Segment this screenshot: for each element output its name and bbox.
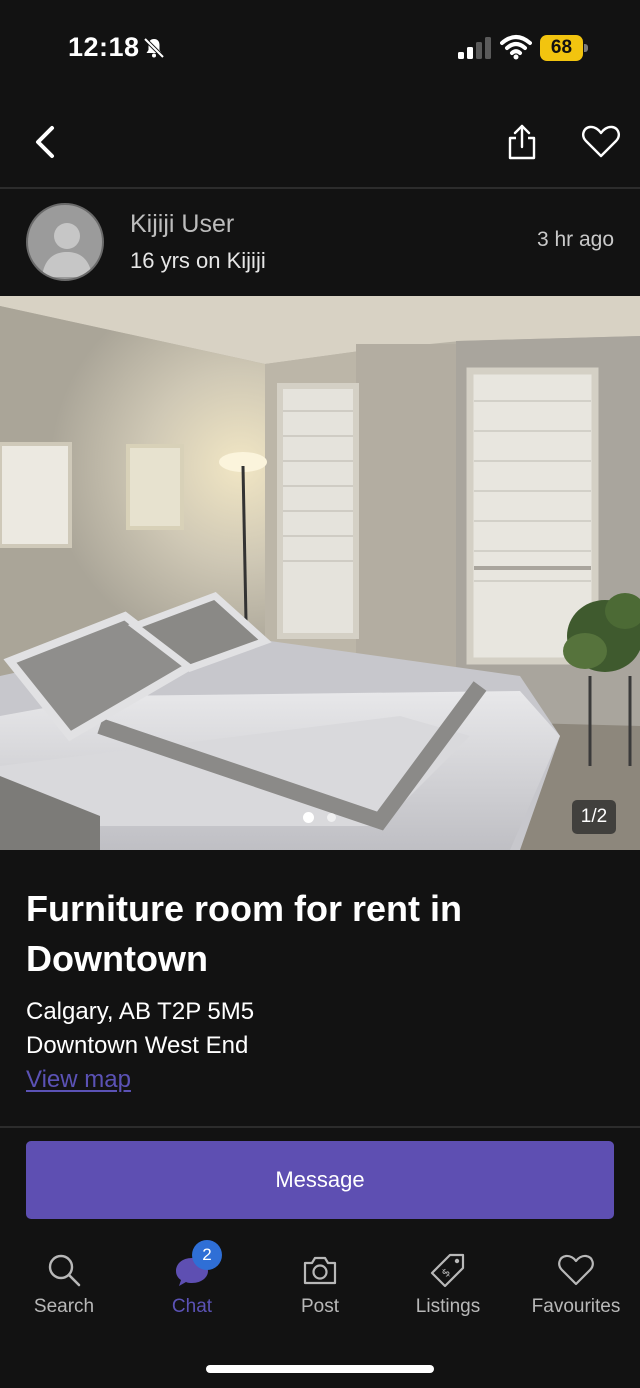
listing-title: Furniture room for rent in Downtown (26, 888, 462, 979)
photo-counter: 1/2 (572, 800, 616, 834)
tab-listings-label: Listings (415, 1296, 481, 1317)
tab-chat-label: Chat (171, 1296, 213, 1317)
view-map-link[interactable]: View map (26, 1066, 131, 1094)
back-icon[interactable] (26, 120, 70, 164)
tab-search[interactable]: Search (0, 1232, 128, 1332)
pagination-dot[interactable] (327, 813, 336, 822)
chat-badge: 2 (192, 1240, 222, 1270)
share-icon[interactable] (500, 120, 544, 164)
status-bar: 12:18 68 (0, 0, 640, 96)
status-time: 12:18 (68, 32, 140, 62)
tab-favourites[interactable]: Favourites (512, 1232, 640, 1332)
seller-row[interactable]: Kijiji User 16 yrs on Kijiji 3 hr ago (0, 190, 640, 294)
battery-level: 68 (550, 37, 573, 58)
seller-name[interactable]: Kijiji User (130, 210, 234, 239)
wifi-icon (500, 35, 532, 60)
bell-slash-icon (143, 37, 165, 59)
tab-search-label: Search (33, 1296, 95, 1317)
search-icon (48, 1254, 81, 1287)
svg-text:$: $ (439, 1266, 453, 1280)
bedroom-photo (0, 296, 640, 850)
heart-icon (558, 1254, 594, 1286)
camera-icon (303, 1256, 337, 1285)
message-button[interactable]: Message (26, 1141, 614, 1219)
posted-time: 3 hr ago (536, 228, 614, 251)
listing-address: Calgary, AB T2P 5M5 (26, 998, 255, 1025)
tab-post[interactable]: Post (256, 1232, 384, 1332)
tab-post-label: Post (300, 1296, 340, 1317)
listing-photo[interactable] (0, 296, 640, 850)
pagination-dot-active[interactable] (303, 812, 314, 823)
avatar[interactable] (26, 203, 104, 281)
battery-icon: 68 (540, 35, 588, 61)
tab-chat[interactable]: 2 Chat (128, 1232, 256, 1332)
message-button-label: Message (275, 1167, 365, 1192)
tab-favourites-label: Favourites (531, 1296, 621, 1317)
tag-icon: $ (430, 1253, 465, 1288)
seller-membership: 16 yrs on Kijiji (130, 248, 266, 273)
divider (0, 187, 640, 189)
top-nav (0, 96, 640, 188)
tab-listings[interactable]: $ Listings (384, 1232, 512, 1332)
signal-icon (458, 37, 491, 59)
listing-neighborhood: Downtown West End (26, 1032, 249, 1059)
user-silhouette-icon (42, 223, 92, 277)
favourite-heart-icon[interactable] (580, 122, 622, 162)
divider (0, 1126, 640, 1128)
home-indicator[interactable] (206, 1365, 434, 1373)
